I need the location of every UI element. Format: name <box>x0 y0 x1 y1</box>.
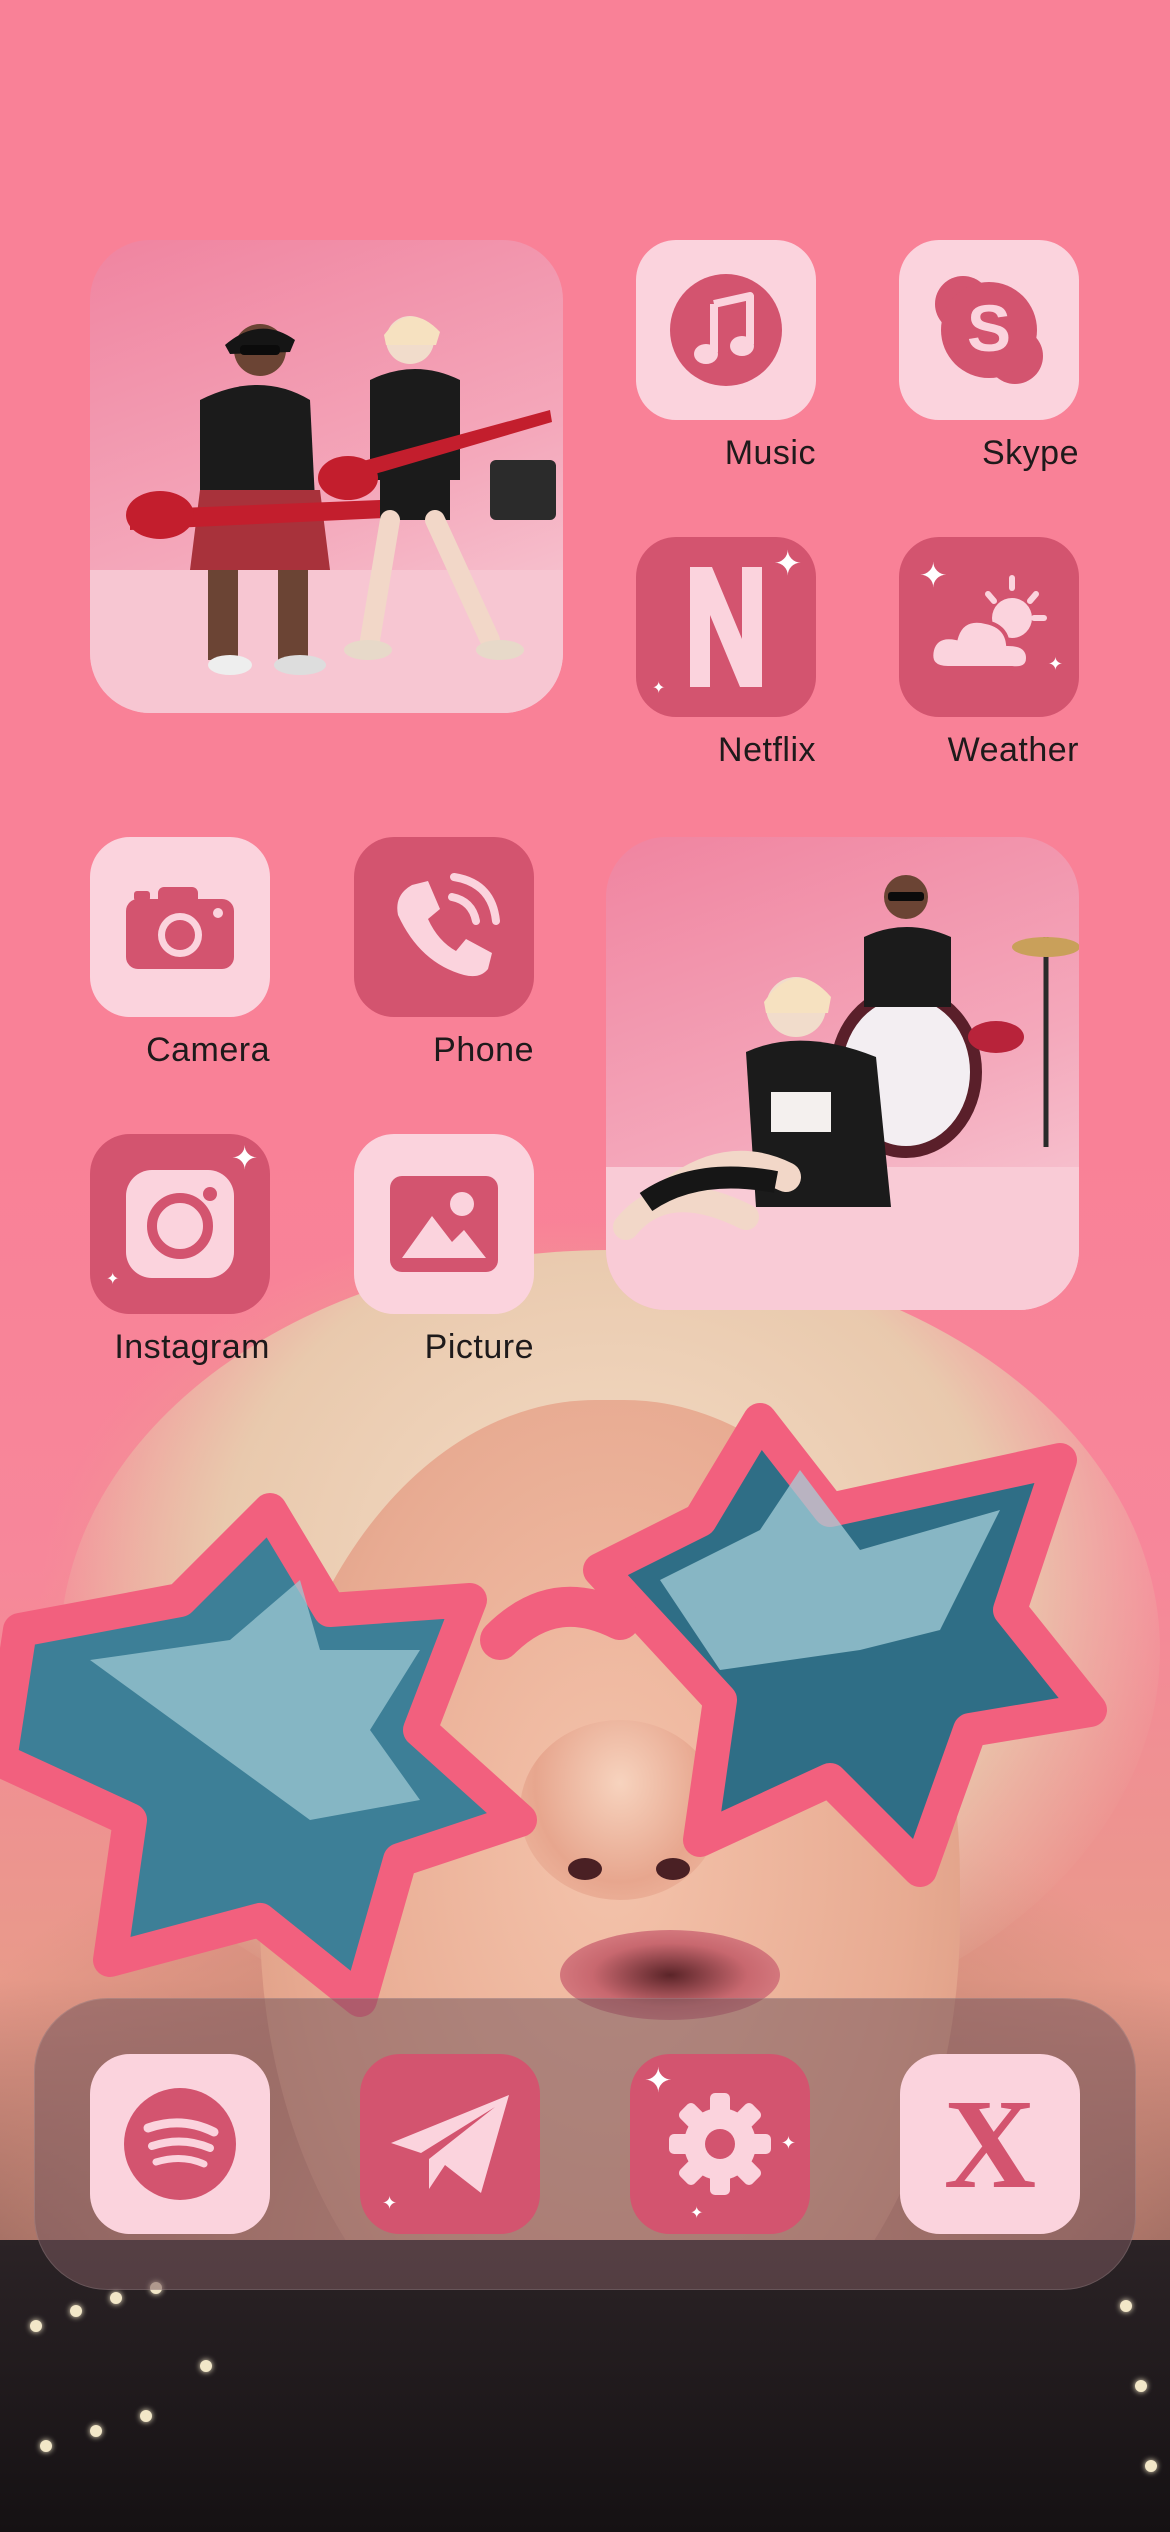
app-weather-label: Weather <box>947 731 1079 769</box>
telegram-icon <box>391 2095 509 2193</box>
app-picture-label: Picture <box>424 1328 534 1366</box>
app-music[interactable]: Music <box>636 240 816 473</box>
dock-app-spotify[interactable] <box>90 2054 270 2234</box>
app-music-label: Music <box>724 434 816 472</box>
app-camera-label: Camera <box>146 1031 270 1069</box>
jacket-stud <box>90 2425 102 2437</box>
sparkle-icon: ✦ <box>690 2205 704 2222</box>
app-instagram-label: Instagram <box>114 1328 270 1366</box>
photo-guitarists <box>90 316 563 713</box>
sparkle-icon: ✦ <box>919 557 948 595</box>
app-phone-label: Phone <box>433 1031 534 1069</box>
sparkle-icon: ✦ <box>382 2193 398 2213</box>
dock-app-settings[interactable]: ✦ ✦ ✦ <box>630 2054 810 2234</box>
app-weather[interactable]: ✦ ✦ Weather <box>899 537 1079 770</box>
instagram-icon <box>126 1170 234 1278</box>
app-phone[interactable]: Phone <box>354 837 534 1070</box>
sparkle-icon: ✦ <box>231 1140 258 1176</box>
star-glasses-graphic <box>0 1403 1107 2017</box>
app-phone-tile[interactable] <box>354 837 534 1017</box>
app-skype-tile[interactable]: S <box>899 240 1079 420</box>
jacket-stud <box>140 2410 152 2422</box>
jacket-stud <box>110 2292 122 2304</box>
sparkle-icon: ✦ <box>1047 654 1063 674</box>
app-weather-tile[interactable]: ✦ ✦ <box>899 537 1079 717</box>
netflix-icon <box>690 567 762 687</box>
settings-gear-icon <box>669 2093 771 2195</box>
x-icon: X <box>943 2073 1037 2215</box>
photo-drummer <box>606 875 1079 1310</box>
dock-app-telegram[interactable]: ✦ <box>360 2054 540 2234</box>
sparkle-icon: ✦ <box>644 2062 673 2100</box>
app-camera[interactable]: Camera <box>90 837 270 1070</box>
phone-icon <box>397 873 500 977</box>
dock: ✦ ✦ ✦ ✦ X <box>34 1998 1136 2290</box>
jacket-stud <box>1120 2300 1132 2312</box>
skype-icon: S <box>935 276 1043 384</box>
app-netflix-tile[interactable]: ✦ ✦ <box>636 537 816 717</box>
svg-text:S: S <box>967 291 1011 365</box>
photo-widget-guitars[interactable] <box>90 240 563 713</box>
app-instagram-tile[interactable]: ✦ ✦ <box>90 1134 270 1314</box>
spotify-icon <box>124 2088 236 2200</box>
jacket-stud <box>200 2360 212 2372</box>
sparkle-icon: ✦ <box>780 2133 796 2153</box>
app-netflix[interactable]: ✦ ✦ Netflix <box>636 537 816 770</box>
jacket-stud <box>1135 2380 1147 2392</box>
app-instagram[interactable]: ✦ ✦ Instagram <box>90 1134 270 1367</box>
sparkle-icon: ✦ <box>773 545 803 583</box>
camera-icon <box>126 887 234 969</box>
app-netflix-label: Netflix <box>718 731 816 769</box>
app-skype[interactable]: S Skype <box>899 240 1079 473</box>
jacket-stud <box>1145 2460 1157 2472</box>
app-picture[interactable]: Picture <box>354 1134 534 1367</box>
jacket-stud <box>40 2440 52 2452</box>
jacket-stud <box>70 2305 82 2317</box>
dock-app-x[interactable]: X <box>900 2054 1080 2234</box>
music-note-icon <box>670 274 782 386</box>
app-camera-tile[interactable] <box>90 837 270 1017</box>
app-skype-label: Skype <box>982 434 1079 472</box>
photo-widget-drums[interactable] <box>606 837 1079 1310</box>
app-music-tile[interactable] <box>636 240 816 420</box>
sparkle-icon: ✦ <box>106 1271 120 1288</box>
sparkle-icon: ✦ <box>652 680 666 697</box>
app-picture-tile[interactable] <box>354 1134 534 1314</box>
jacket-stud <box>30 2320 42 2332</box>
picture-icon <box>390 1176 498 1272</box>
